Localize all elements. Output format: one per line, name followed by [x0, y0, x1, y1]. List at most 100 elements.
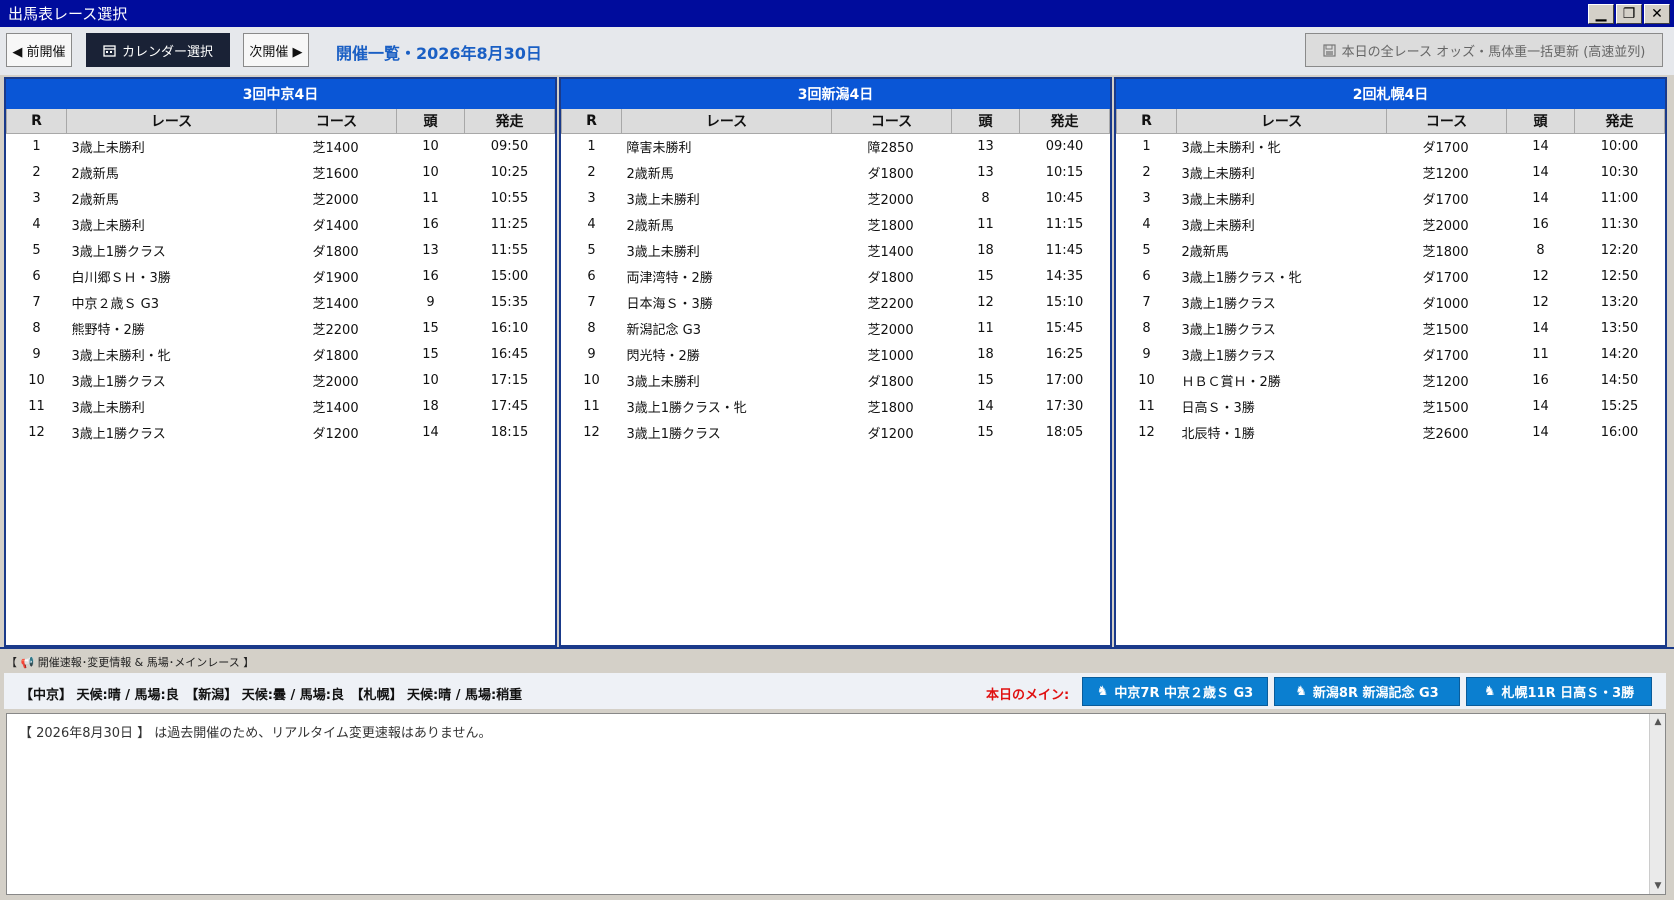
table-row[interactable]: 11 3歳上1勝クラス・牝 芝1800 14 17:30: [562, 393, 1110, 419]
table-row[interactable]: 6 白川郷ＳＨ・3勝 ダ1900 16 15:00: [7, 263, 555, 289]
table-row[interactable]: 10 ＨＢＣ賞Ｈ・2勝 芝1200 16 14:50: [1117, 367, 1665, 393]
prev-meeting-label: ◀ 前開催: [12, 44, 66, 60]
table-row[interactable]: 5 2歳新馬 芝1800 8 12:20: [1117, 237, 1665, 263]
cell-r: 2: [32, 164, 41, 180]
cell-r: 3: [587, 190, 596, 206]
cell-race: 熊野特・2勝: [71, 322, 145, 338]
table-row[interactable]: 2 2歳新馬 芝1600 10 10:25: [7, 159, 555, 185]
cell-r: 8: [1142, 320, 1151, 336]
cell-r: 7: [587, 294, 596, 310]
minimize-button[interactable]: ▁: [1588, 3, 1614, 24]
table-row[interactable]: 8 新潟記念 G3 芝2000 11 15:45: [562, 315, 1110, 341]
prev-meeting-button[interactable]: ◀ 前開催: [6, 33, 72, 67]
bulk-update-label: 本日の全レース オッズ・馬体重一括更新 (高速並列): [1341, 44, 1646, 60]
table-row[interactable]: 3 3歳上未勝利 ダ1700 14 11:00: [1117, 185, 1665, 211]
next-meeting-button[interactable]: 次開催 ▶: [243, 33, 309, 67]
cell-start: 18:15: [490, 424, 529, 440]
scroll-up-icon[interactable]: ▲: [1650, 714, 1666, 730]
cell-heads: 18: [977, 242, 994, 258]
log-scrollbar[interactable]: ▲ ▼: [1649, 714, 1665, 894]
cell-race: 3歳上1勝クラス: [1181, 296, 1276, 312]
table-row[interactable]: 7 3歳上1勝クラス ダ1000 12 13:20: [1117, 289, 1665, 315]
cell-race: 3歳上未勝利: [71, 140, 145, 156]
cell-race: 3歳上1勝クラス: [626, 426, 721, 442]
cell-r: 2: [587, 164, 596, 180]
cell-course: 芝1500: [1422, 400, 1469, 416]
cell-course: ダ1200: [312, 426, 359, 442]
col-heads[interactable]: 頭: [951, 109, 1020, 134]
calendar-select-button[interactable]: カレンダー選択: [86, 33, 230, 67]
table-row[interactable]: 12 3歳上1勝クラス ダ1200 15 18:05: [562, 419, 1110, 445]
maximize-button[interactable]: ❐: [1616, 3, 1642, 24]
table-row[interactable]: 9 閃光特・2勝 芝1000 18 16:25: [562, 341, 1110, 367]
table-row[interactable]: 12 3歳上1勝クラス ダ1200 14 18:15: [7, 419, 555, 445]
table-row[interactable]: 9 3歳上未勝利・牝 ダ1800 15 16:45: [7, 341, 555, 367]
cell-course: 芝1400: [312, 296, 359, 312]
table-row[interactable]: 1 3歳上未勝利・牝 ダ1700 14 10:00: [1117, 133, 1665, 159]
table-row[interactable]: 7 中京２歳Ｓ G3 芝1400 9 15:35: [7, 289, 555, 315]
table-row[interactable]: 7 日本海Ｓ・3勝 芝2200 12 15:10: [562, 289, 1110, 315]
table-row[interactable]: 4 3歳上未勝利 芝2000 16 11:30: [1117, 211, 1665, 237]
table-row[interactable]: 8 熊野特・2勝 芝2200 15 16:10: [7, 315, 555, 341]
col-start[interactable]: 発走: [464, 109, 555, 134]
cell-course: 芝1400: [867, 244, 914, 260]
col-r[interactable]: R: [1116, 109, 1177, 134]
table-row[interactable]: 6 両津湾特・2勝 ダ1800 15 14:35: [562, 263, 1110, 289]
main-race-button-sapporo[interactable]: ♞ 札幌11R 日高Ｓ・3勝: [1466, 677, 1652, 706]
table-row[interactable]: 2 3歳上未勝利 芝1200 14 10:30: [1117, 159, 1665, 185]
cell-race: 2歳新馬: [626, 166, 674, 182]
cell-r: 4: [32, 216, 41, 232]
main-race-button-label: 中京7R 中京２歳Ｓ G3: [1114, 686, 1254, 701]
table-row[interactable]: 1 障害未勝利 障2850 13 09:40: [562, 133, 1110, 159]
table-row[interactable]: 10 3歳上未勝利 ダ1800 15 17:00: [562, 367, 1110, 393]
col-heads[interactable]: 頭: [396, 109, 465, 134]
cell-r: 1: [587, 138, 596, 154]
main-race-button-chukyo[interactable]: ♞ 中京7R 中京２歳Ｓ G3: [1082, 677, 1268, 706]
cell-race: 障害未勝利: [626, 140, 692, 156]
cell-course: 芝1400: [312, 400, 359, 416]
col-r[interactable]: R: [561, 109, 622, 134]
scroll-down-icon[interactable]: ▼: [1650, 878, 1666, 894]
cell-race: 3歳上1勝クラス・牝: [1181, 270, 1302, 286]
table-row[interactable]: 4 2歳新馬 芝1800 11 11:15: [562, 211, 1110, 237]
col-race[interactable]: レース: [621, 109, 832, 134]
table-row[interactable]: 6 3歳上1勝クラス・牝 ダ1700 12 12:50: [1117, 263, 1665, 289]
cell-start: 17:00: [1045, 372, 1084, 388]
close-button[interactable]: ✕: [1644, 3, 1670, 24]
col-race[interactable]: レース: [66, 109, 277, 134]
cell-start: 11:30: [1600, 216, 1639, 232]
cell-r: 3: [1142, 190, 1151, 206]
col-race[interactable]: レース: [1176, 109, 1387, 134]
cell-start: 14:35: [1045, 268, 1084, 284]
table-row[interactable]: 10 3歳上1勝クラス 芝2000 10 17:15: [7, 367, 555, 393]
table-row[interactable]: 8 3歳上1勝クラス 芝1500 14 13:50: [1117, 315, 1665, 341]
table-row[interactable]: 4 3歳上未勝利 ダ1400 16 11:25: [7, 211, 555, 237]
col-start[interactable]: 発走: [1019, 109, 1110, 134]
table-row[interactable]: 11 3歳上未勝利 芝1400 18 17:45: [7, 393, 555, 419]
table-row[interactable]: 9 3歳上1勝クラス ダ1700 11 14:20: [1117, 341, 1665, 367]
table-row[interactable]: 5 3歳上未勝利 芝1400 18 11:45: [562, 237, 1110, 263]
table-row[interactable]: 2 2歳新馬 ダ1800 13 10:15: [562, 159, 1110, 185]
col-r[interactable]: R: [6, 109, 67, 134]
table-row[interactable]: 1 3歳上未勝利 芝1400 10 09:50: [7, 133, 555, 159]
col-heads[interactable]: 頭: [1506, 109, 1575, 134]
table-row[interactable]: 5 3歳上1勝クラス ダ1800 13 11:55: [7, 237, 555, 263]
table-row[interactable]: 11 日高Ｓ・3勝 芝1500 14 15:25: [1117, 393, 1665, 419]
cell-start: 11:15: [1045, 216, 1084, 232]
cell-heads: 16: [1532, 372, 1549, 388]
cell-race: 白川郷ＳＨ・3勝: [71, 270, 171, 286]
change-info-log[interactable]: 【 2026年8月30日 】 は過去開催のため、リアルタイム変更速報はありません…: [6, 713, 1666, 895]
cell-r: 6: [1142, 268, 1151, 284]
bulk-update-button[interactable]: 本日の全レース オッズ・馬体重一括更新 (高速並列): [1305, 33, 1663, 67]
cell-start: 10:25: [490, 164, 529, 180]
col-course[interactable]: コース: [1386, 109, 1507, 134]
col-course[interactable]: コース: [276, 109, 397, 134]
horse-icon: ♞: [1483, 684, 1496, 699]
table-row[interactable]: 12 北辰特・1勝 芝2600 14 16:00: [1117, 419, 1665, 445]
table-row[interactable]: 3 3歳上未勝利 芝2000 8 10:45: [562, 185, 1110, 211]
cell-start: 12:20: [1600, 242, 1639, 258]
col-course[interactable]: コース: [831, 109, 952, 134]
main-race-button-niigata[interactable]: ♞ 新潟8R 新潟記念 G3: [1274, 677, 1460, 706]
col-start[interactable]: 発走: [1574, 109, 1665, 134]
table-row[interactable]: 3 2歳新馬 芝2000 11 10:55: [7, 185, 555, 211]
